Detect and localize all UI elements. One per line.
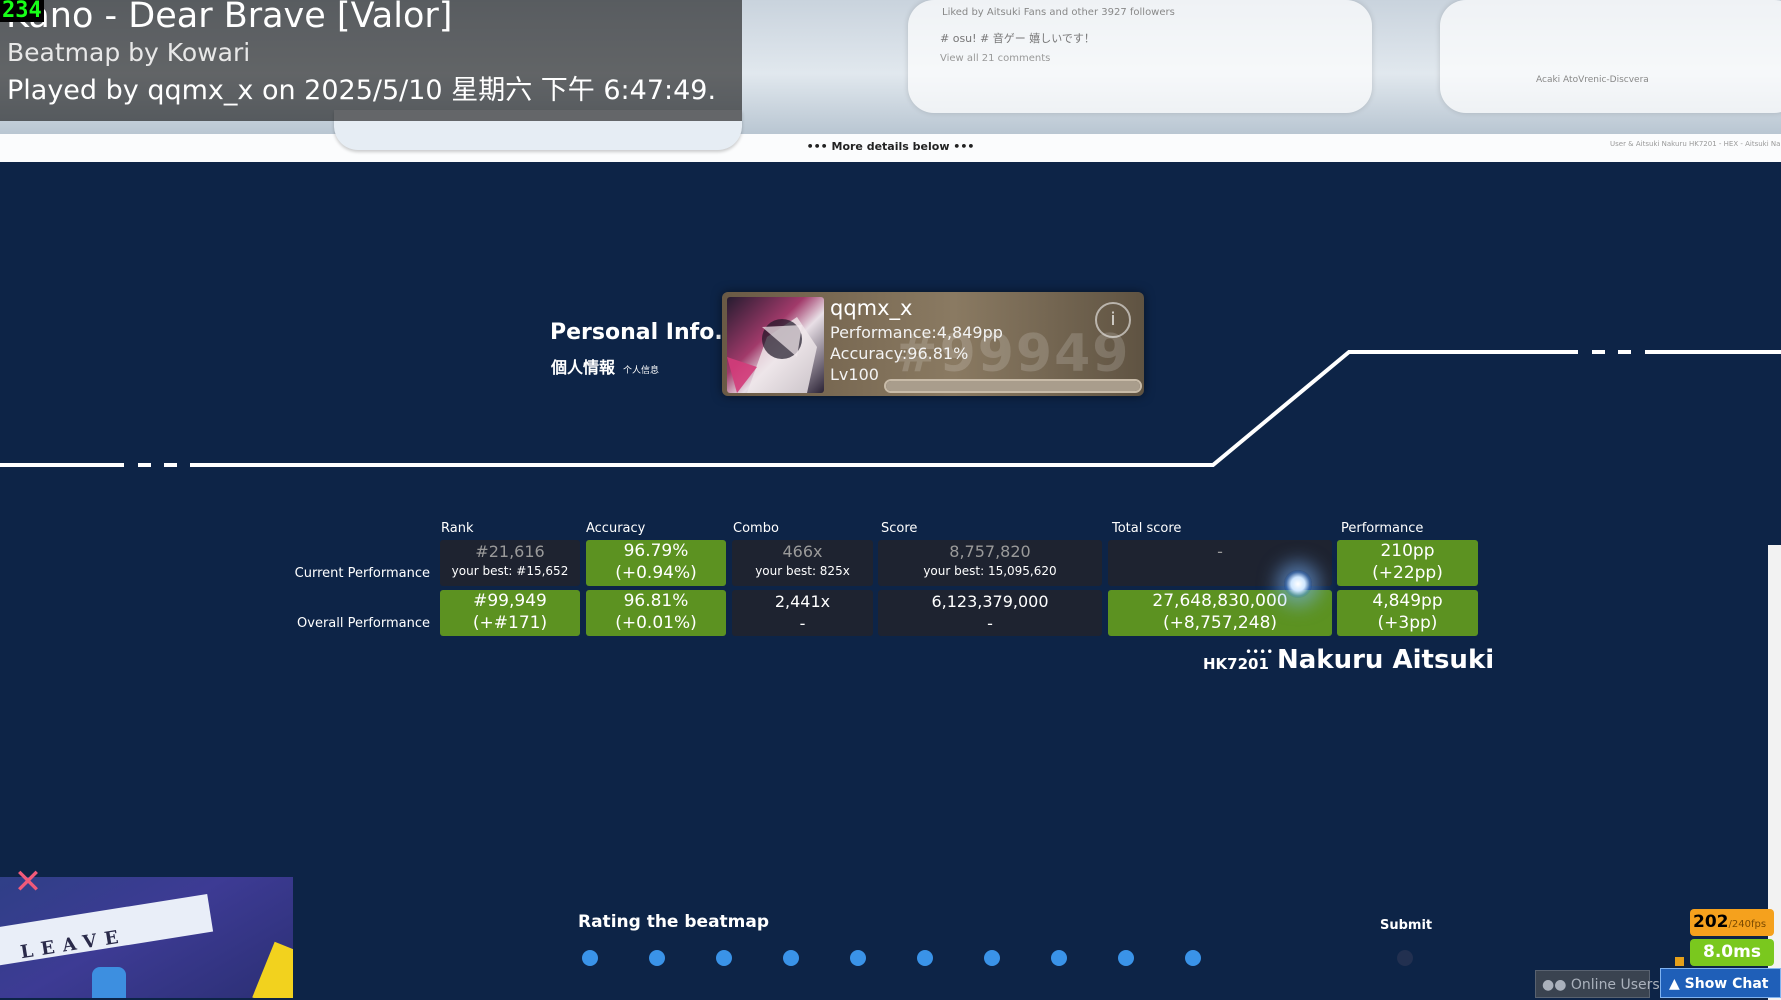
current-score-value: 8,757,820 (949, 542, 1031, 561)
current-accuracy-cell: 96.79% (+0.94%) (586, 540, 726, 586)
header-combo: Combo (733, 521, 779, 536)
show-chat-label: Show Chat (1684, 976, 1769, 992)
current-rank-value: #21,616 (475, 542, 545, 561)
overall-total-score-delta: (+8,757,248) (1162, 613, 1278, 633)
show-chat-button[interactable]: ▲ Show Chat (1660, 968, 1781, 998)
header-performance: Performance (1341, 521, 1424, 536)
online-users-button[interactable]: ●● Online Users (1535, 970, 1660, 998)
current-combo-value: 466x (782, 542, 823, 561)
info-circle-icon[interactable]: i (1095, 302, 1131, 338)
fps-value: 202 (1693, 912, 1729, 932)
overall-rank-delta: (+#171) (472, 613, 548, 633)
comment-text: # osu! # 音ゲー 嬉しいです！ (940, 32, 1095, 45)
cursor-glow (1284, 570, 1312, 598)
current-performance-value: 210pp (1380, 541, 1435, 561)
fps-display: 202/240fps (1690, 909, 1774, 936)
fps-counter: 234 (0, 0, 44, 23)
fps-max: /240fps (1728, 919, 1767, 930)
comment-like-text: Liked by Aitsuki Fans and other 3927 fol… (942, 7, 1175, 18)
overall-performance-cell: 4,849pp (+3pp) (1337, 590, 1478, 636)
row-label-overall: Overall Performance (297, 616, 430, 631)
rating-dot-10[interactable] (1185, 950, 1201, 966)
avatar-art (727, 317, 817, 393)
profile-username: qqmx_x (830, 296, 913, 320)
current-accuracy-value: 96.79% (623, 541, 689, 561)
mini-credit-text: User & Aitsuki Nakuru HK7201 - HEX - Ait… (1610, 140, 1781, 148)
profile-card[interactable]: #99949 qqmx_x Performance:4,849pp Accura… (722, 292, 1144, 396)
right-panel-footer: Acaki AtoVrenic-Discvera (1536, 75, 1649, 85)
rating-dot-6[interactable] (917, 950, 933, 966)
ad-blue-shape (92, 967, 126, 998)
ad-yellow-shape (252, 941, 293, 998)
rating-dot-8[interactable] (1051, 950, 1067, 966)
close-x-icon[interactable]: ✕ (12, 865, 44, 899)
rating-label: Rating the beatmap (578, 912, 770, 932)
profile-level: Lv100 (830, 365, 879, 384)
overall-combo-value: 2,441x (774, 592, 831, 611)
more-details-link[interactable]: ••• More details below ••• (0, 140, 1781, 153)
rating-dot-4[interactable] (783, 950, 799, 966)
current-performance-cell: 210pp (+22pp) (1337, 540, 1478, 586)
right-profile-panel (1440, 0, 1781, 113)
current-rank-best: your best: #15,652 (451, 564, 569, 578)
personal-info-title: Personal Info. (550, 320, 723, 345)
profile-accuracy: Accuracy:96.81% (830, 344, 969, 363)
overall-combo-cell: 2,441x - (732, 590, 873, 636)
personal-info-subtitle-zh: 個人情報 (551, 358, 616, 377)
current-accuracy-delta: (+0.94%) (615, 563, 697, 583)
current-score-cell: 8,757,820 your best: 15,095,620 (878, 540, 1102, 586)
level-progress-fill (886, 381, 1140, 391)
overall-score-cell: 6,123,379,000 - (878, 590, 1102, 636)
rating-dot-3[interactable] (716, 950, 732, 966)
chevron-up-icon: ▲ (1669, 976, 1685, 992)
overall-performance-value: 4,849pp (1372, 591, 1443, 611)
status-indicator (1675, 957, 1684, 966)
view-all-comments-link[interactable]: View all 21 comments (940, 53, 1050, 64)
rating-dot-9[interactable] (1118, 950, 1134, 966)
rating-dot-5[interactable] (850, 950, 866, 966)
overall-performance-delta: (+3pp) (1377, 613, 1438, 633)
level-progress-bar (884, 379, 1142, 393)
latency-display: 8.0ms (1690, 939, 1774, 966)
overall-rank-value: #99,949 (473, 591, 547, 611)
rating-dot-7[interactable] (984, 950, 1000, 966)
played-by-line: Played by qqmx_x on 2025/5/10 星期六 下午 6:4… (7, 75, 717, 106)
header-rank: Rank (441, 521, 474, 536)
overall-accuracy-delta: (+0.01%) (615, 613, 697, 633)
current-combo-best: your best: 825x (755, 564, 850, 578)
submit-button[interactable] (1397, 950, 1413, 966)
row-label-current: Current Performance (294, 566, 430, 581)
personal-info-subtitle: 個人情報 个人信息 (551, 354, 659, 378)
current-score-best: your best: 15,095,620 (923, 564, 1057, 578)
overall-accuracy-value: 96.81% (623, 591, 689, 611)
current-combo-cell: 466x your best: 825x (732, 540, 873, 586)
overall-score-value: 6,123,379,000 (931, 592, 1049, 611)
header-score: Score (881, 521, 918, 536)
overall-accuracy-cell: 96.81% (+0.01%) (586, 590, 726, 636)
personal-info-subtitle-jp: 个人信息 (623, 366, 660, 376)
submit-label: Submit (1380, 918, 1433, 933)
users-icon: ●● (1542, 977, 1571, 993)
header-total-score: Total score (1112, 521, 1182, 536)
current-total-score-value: - (1217, 542, 1223, 561)
current-performance-delta: (+22pp) (1372, 563, 1443, 583)
overall-combo-delta: - (799, 614, 806, 633)
avatar (727, 297, 824, 393)
header-accuracy: Accuracy (586, 521, 646, 536)
beatmap-mapper: Beatmap by Kowari (7, 38, 251, 67)
online-users-label: Online Users (1570, 977, 1660, 993)
overall-rank-cell: #99,949 (+#171) (440, 590, 580, 636)
current-rank-cell: #21,616 your best: #15,652 (440, 540, 580, 586)
signature-tag: HK7201 (1203, 655, 1269, 673)
song-title: Kano - Dear Brave [Valor] (6, 0, 453, 36)
rating-dot-1[interactable] (582, 950, 598, 966)
overall-score-delta: - (987, 614, 993, 633)
rating-dot-2[interactable] (649, 950, 665, 966)
signature-name: Nakuru Aitsuki (1277, 645, 1495, 675)
profile-performance: Performance:4,849pp (830, 323, 1003, 342)
